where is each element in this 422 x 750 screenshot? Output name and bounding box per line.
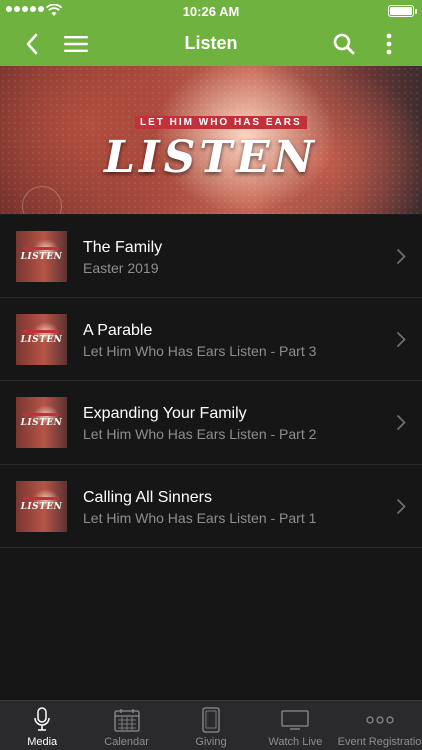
tab-giving[interactable]: Giving bbox=[169, 701, 253, 750]
tab-event-registration[interactable]: Event Registration bbox=[338, 701, 422, 750]
microphone-icon bbox=[34, 707, 50, 731]
sermon-thumbnail: LISTEN bbox=[16, 397, 67, 448]
search-button[interactable] bbox=[324, 22, 364, 66]
media-list: LISTEN The Family Easter 2019 LISTEN A P… bbox=[0, 214, 422, 548]
tab-label: Media bbox=[27, 736, 58, 748]
search-icon bbox=[333, 33, 355, 55]
banner-tagline: LET HIM WHO HAS EARS bbox=[135, 116, 307, 129]
tab-media[interactable]: Media bbox=[0, 701, 84, 750]
chevron-right-icon bbox=[396, 498, 406, 514]
status-bar: 10:26 AM bbox=[0, 0, 422, 22]
chevron-right-icon bbox=[396, 248, 406, 265]
chevron-right-icon bbox=[396, 414, 406, 431]
status-time: 10:26 AM bbox=[182, 4, 240, 19]
list-item[interactable]: LISTEN Calling All Sinners Let Him Who H… bbox=[0, 465, 422, 548]
sermon-thumbnail: LISTEN bbox=[16, 480, 67, 532]
item-title: Expanding Your Family bbox=[83, 405, 247, 422]
thumbnail-title: LISTEN bbox=[20, 252, 63, 262]
item-title: A Parable bbox=[83, 321, 153, 339]
item-title: The Family bbox=[83, 239, 163, 256]
tv-icon bbox=[281, 710, 310, 730]
banner-title: LISTEN bbox=[104, 132, 318, 183]
thumbnail-title: LISTEN bbox=[20, 501, 63, 512]
tab-label: Event Registration bbox=[337, 736, 422, 748]
thumbnail-title: LISTEN bbox=[20, 334, 63, 345]
tab-label: Calendar bbox=[104, 736, 149, 748]
more-dots-icon bbox=[366, 716, 394, 724]
tab-watch-live[interactable]: Watch Live bbox=[253, 701, 337, 750]
tablet-icon bbox=[202, 707, 220, 733]
item-subtitle: Let Him Who Has Ears Listen - Part 2 bbox=[83, 426, 317, 442]
chevron-right-icon bbox=[396, 331, 406, 347]
tab-calendar[interactable]: Calendar bbox=[84, 701, 168, 750]
item-subtitle: Let Him Who Has Ears Listen - Part 1 bbox=[83, 509, 317, 526]
more-options-button[interactable] bbox=[369, 22, 409, 66]
sermon-thumbnail: LISTEN bbox=[16, 313, 67, 365]
tab-label: Watch Live bbox=[268, 736, 323, 748]
item-subtitle: Let Him Who Has Ears Listen - Part 3 bbox=[83, 342, 317, 359]
series-banner: LET HIM WHO HAS EARS LISTEN bbox=[0, 66, 422, 214]
nav-bar: Listen bbox=[0, 22, 422, 66]
vertical-dots-icon bbox=[386, 33, 392, 55]
battery-icon bbox=[388, 5, 417, 17]
tab-label: Giving bbox=[195, 736, 227, 748]
list-item[interactable]: LISTEN Expanding Your Family Let Him Who… bbox=[0, 381, 422, 465]
item-subtitle: Easter 2019 bbox=[83, 260, 159, 276]
sermon-thumbnail: LISTEN bbox=[16, 231, 67, 282]
calendar-icon bbox=[113, 709, 140, 732]
list-item[interactable]: LISTEN The Family Easter 2019 bbox=[0, 214, 422, 298]
item-title: Calling All Sinners bbox=[83, 488, 212, 506]
thumbnail-title: LISTEN bbox=[20, 418, 63, 428]
tab-bar: Media Calendar Giving Watch Live Event R… bbox=[0, 700, 422, 750]
list-item[interactable]: LISTEN A Parable Let Him Who Has Ears Li… bbox=[0, 298, 422, 381]
